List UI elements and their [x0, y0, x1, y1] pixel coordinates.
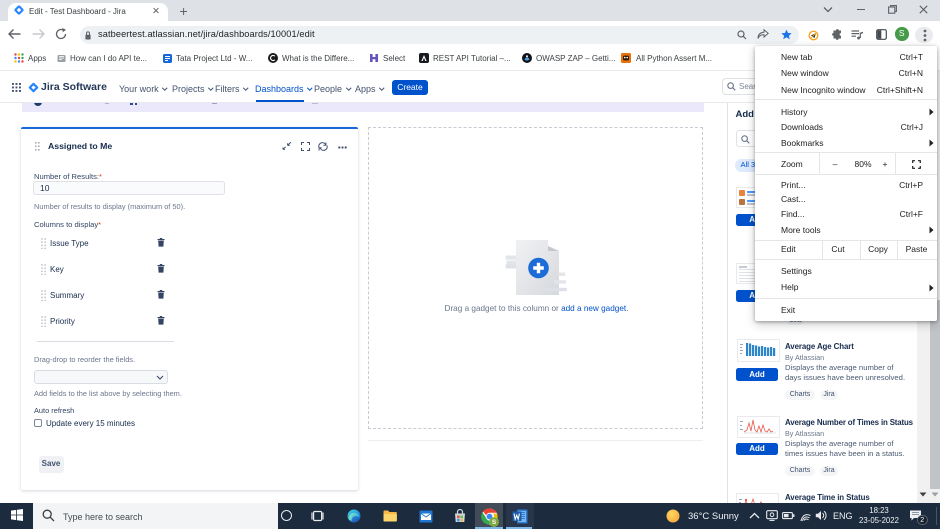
svg-text:S: S — [492, 519, 497, 526]
